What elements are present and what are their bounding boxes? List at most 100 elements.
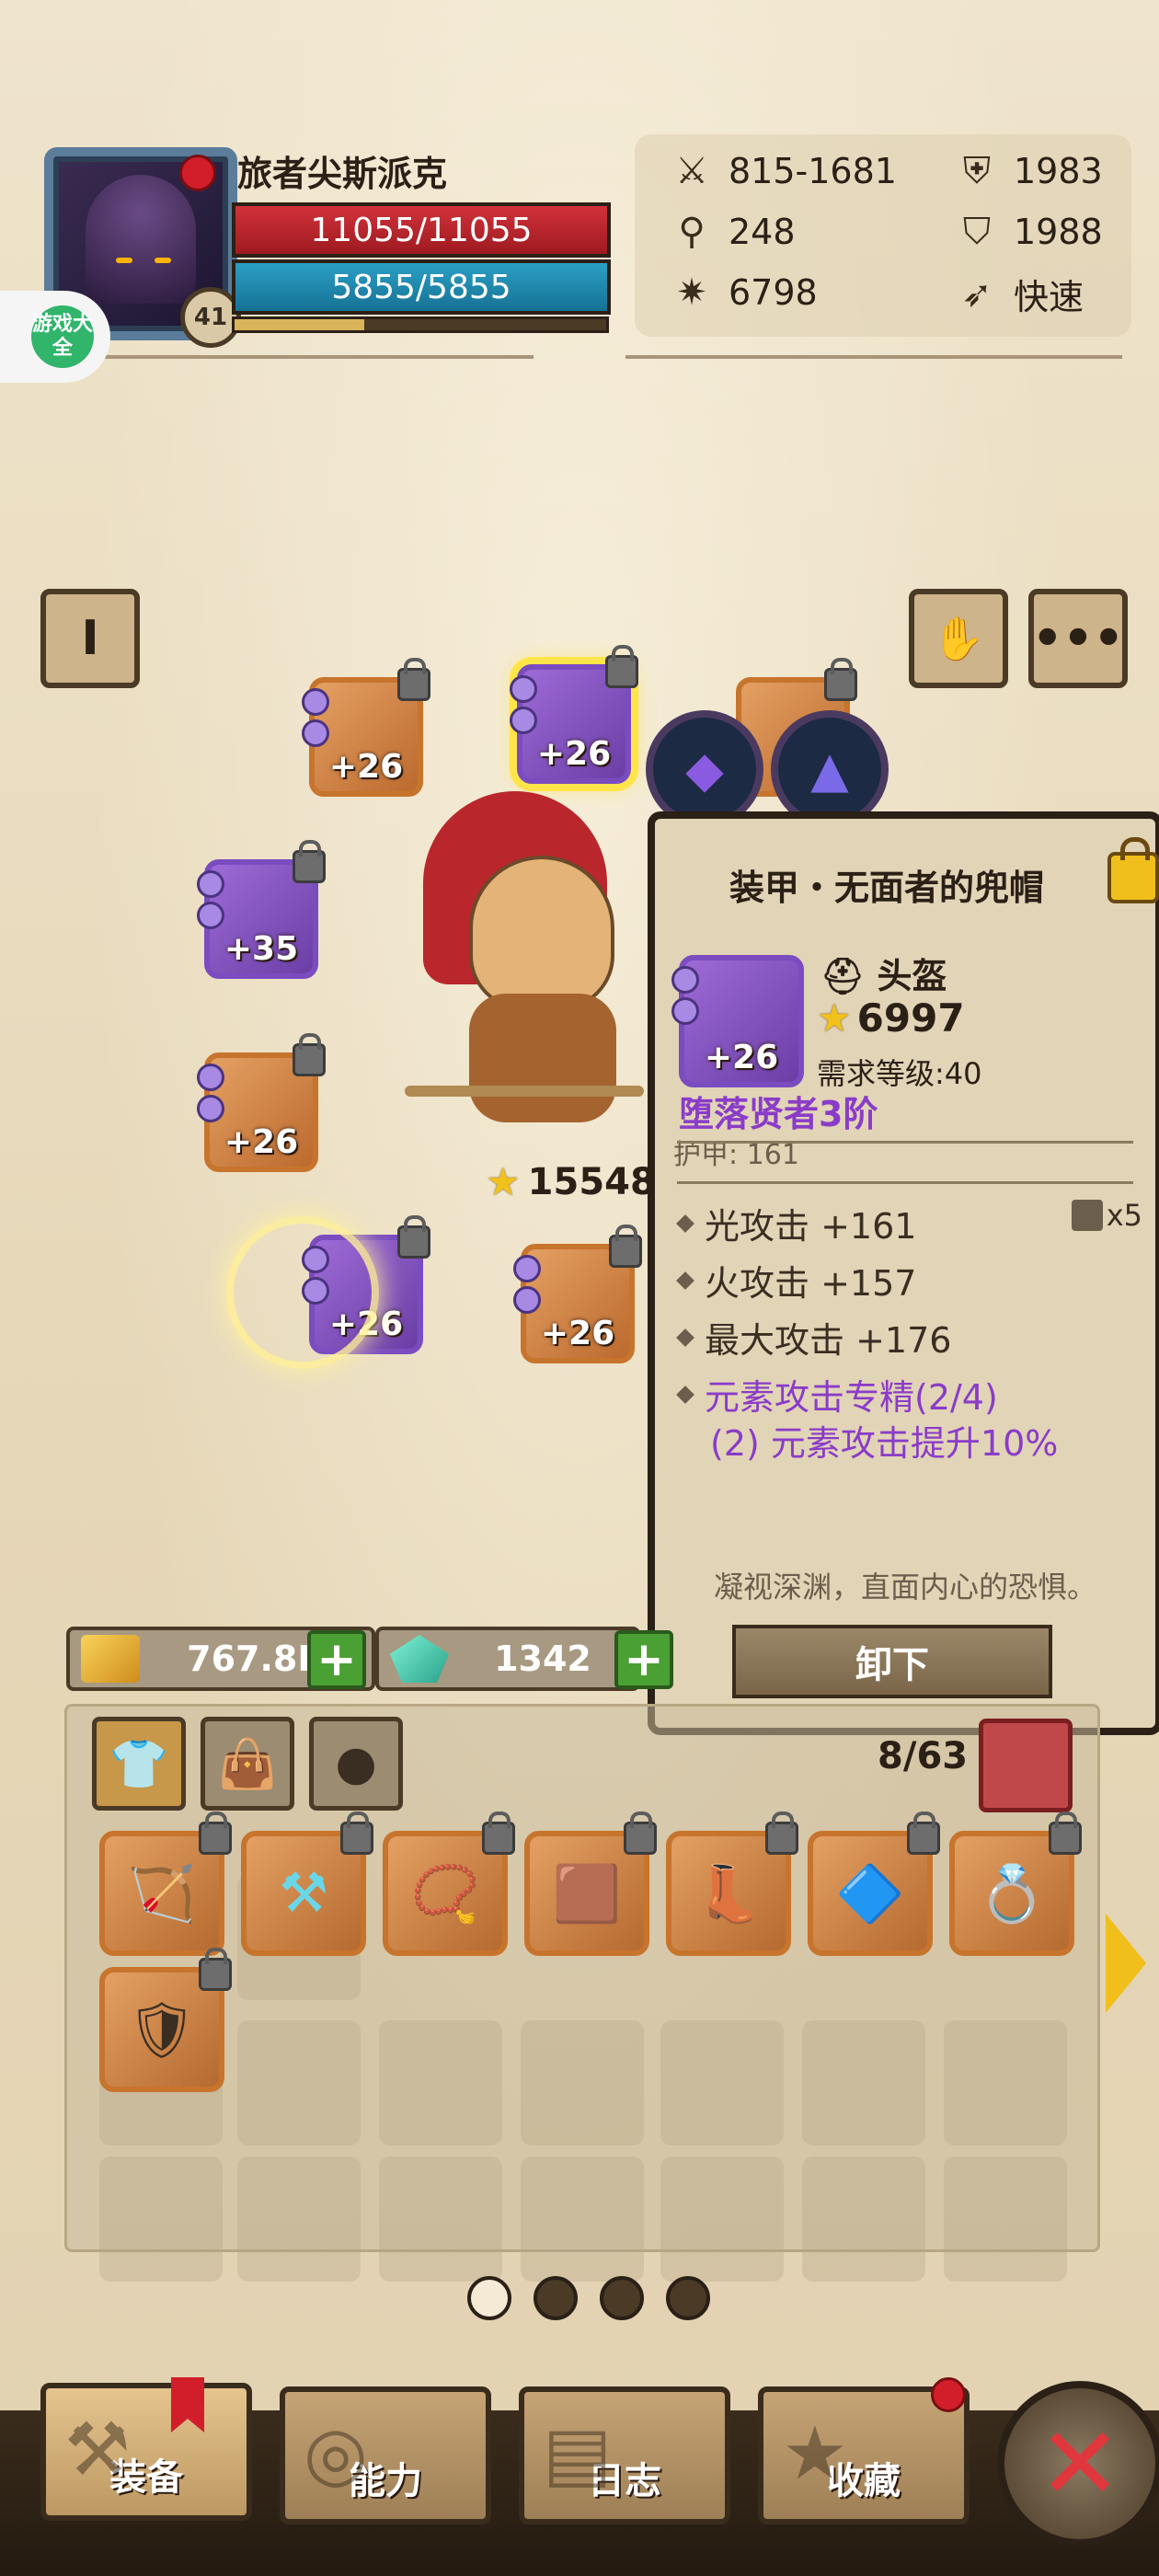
slot-helmet[interactable]: +26 [510, 645, 638, 784]
gem-sockets [510, 675, 537, 738]
close-button[interactable]: ✕ [997, 2381, 1159, 2547]
crossbow-icon: 🏹 [127, 1861, 197, 1926]
bag-tab-icon[interactable]: 👜 [201, 1717, 294, 1811]
armor-tab-icon[interactable]: 👕 [92, 1717, 186, 1811]
star-icon: ★ [486, 1159, 521, 1204]
recycle-button[interactable] [979, 1719, 1073, 1812]
hero-face [469, 856, 614, 1010]
star-icon: ★ [817, 995, 852, 1041]
more-options-button[interactable]: ••• [1028, 589, 1128, 688]
inventory-cell[interactable] [521, 2020, 644, 2145]
nav-equipment[interactable]: ⚒ 装备 [40, 2383, 252, 2521]
inventory-cell[interactable] [944, 2020, 1067, 2145]
slot-weapon[interactable]: +26 [302, 658, 430, 797]
inventory-item-blue-helm[interactable]: 🔷 [808, 1811, 940, 1956]
set-bonus-text: (2) 元素攻击提升10% [710, 1423, 1059, 1464]
gem-orb-prism[interactable]: ▲ [771, 710, 889, 828]
round-shield-icon: 🛡 [126, 1997, 198, 2063]
add-gold-button[interactable]: + [307, 1630, 366, 1689]
glowing-eyes [116, 258, 171, 267]
stat-defense-value: 1988 [1014, 212, 1103, 252]
armor-icon: ⛨ [963, 150, 991, 192]
gesture-button[interactable]: ✋ [909, 589, 1008, 688]
page-dot[interactable] [534, 2276, 578, 2320]
tooltip-cut-line: 护甲: 161 [673, 1139, 799, 1171]
stone-tab-icon[interactable]: ● [309, 1717, 403, 1811]
slot-helmet-plus: +26 [536, 735, 612, 773]
attr-max-attack: 最大攻击 +176 [676, 1312, 951, 1363]
stat-power-value: 6798 [729, 272, 818, 313]
page-dot[interactable] [600, 2276, 644, 2320]
inventory-cell[interactable] [379, 2156, 502, 2282]
inventory-cell[interactable] [521, 2156, 644, 2282]
gold-icon [81, 1635, 140, 1683]
tap-highlight-ring [226, 1216, 379, 1369]
helmet-icon: ⛑ [820, 956, 866, 996]
axe-icon: ⚒ [64, 2407, 131, 2492]
xp-bar [232, 316, 609, 333]
inventory-cell[interactable] [99, 2156, 223, 2282]
slot-gloves[interactable]: +26 [513, 1225, 642, 1363]
inventory-cell[interactable] [944, 2156, 1067, 2282]
lock-icon [824, 658, 857, 701]
lock-icon [1049, 1811, 1082, 1855]
hood-portrait [86, 175, 196, 304]
ring-icon: 💍 [977, 1861, 1047, 1926]
next-page-arrow-icon[interactable] [1106, 1914, 1146, 2013]
inventory-item-boots[interactable]: 👢 [666, 1811, 798, 1956]
inventory-cell[interactable] [379, 2020, 502, 2145]
inventory-item-amulet[interactable]: 📿 [383, 1811, 515, 1956]
lock-icon [293, 1033, 326, 1076]
nav-journal[interactable]: ▤ 日志 [519, 2386, 730, 2524]
inventory-cell[interactable] [802, 2156, 925, 2282]
stat-speed: ➶ 快速 [953, 269, 1084, 319]
info-button[interactable]: I [40, 589, 140, 688]
lock-icon [482, 1811, 515, 1855]
slot-shoulders[interactable]: +26 [197, 1033, 326, 1172]
tooltip-slot-type: ⛑ 头盔 [820, 948, 947, 998]
inventory-item-ring[interactable]: 💍 [949, 1811, 1082, 1956]
inventory-item-hammer[interactable]: ⚒ [241, 1811, 373, 1956]
inventory-count: 8/63 [878, 1735, 969, 1777]
crystal-display: 1342 [375, 1627, 640, 1691]
gem-sockets [302, 688, 329, 751]
inventory-cell[interactable] [660, 2020, 784, 2145]
add-crystal-button[interactable]: + [614, 1630, 673, 1689]
diamond-bullet [676, 1271, 694, 1290]
bracer-icon: 🟫 [552, 1861, 622, 1926]
star-icon: ★ [782, 2410, 848, 2496]
gem-orb-cube[interactable]: ◆ [646, 710, 763, 828]
hp-bar: 11055/11055 [232, 202, 611, 258]
tooltip-title: 装甲・无面者的兜帽 [729, 868, 1044, 908]
page-dot[interactable] [666, 2276, 710, 2320]
hero-character [405, 791, 653, 1141]
gem-sockets [671, 966, 699, 1029]
inventory-item-bracer[interactable]: 🟫 [524, 1811, 657, 1956]
attr-element-mastery-text: 元素攻击专精(2/4) [705, 1377, 998, 1418]
game-center-logo[interactable]: 游戏大全 [0, 291, 110, 383]
inventory-item-shield[interactable]: 🛡 [99, 1948, 232, 2092]
nav-ability[interactable]: ◎ 能力 [280, 2386, 491, 2524]
hero-spear [405, 1086, 644, 1097]
slot-cloak[interactable]: +35 [197, 840, 326, 979]
lock-icon [907, 1811, 940, 1855]
hero-body [469, 994, 616, 1122]
lock-icon[interactable] [1107, 837, 1159, 903]
crystal-value: 1342 [494, 1639, 591, 1679]
inventory-cell[interactable] [802, 2020, 925, 2145]
forge-count: x5 [1071, 1198, 1142, 1233]
lock-icon [624, 1811, 657, 1855]
prism-icon: ▲ [810, 740, 849, 799]
inventory-item-crossbow[interactable]: 🏹 [99, 1811, 232, 1956]
inventory-cell[interactable] [237, 2156, 361, 2282]
lock-icon [199, 1948, 232, 1991]
page-dot[interactable] [467, 2276, 511, 2320]
tooltip-item-icon: +26 [671, 955, 804, 1087]
stat-attack: ⚔ 815-1681 [668, 147, 897, 195]
xp-bar-fill [235, 319, 365, 330]
tooltip-set-name: 堕落贤者3阶 [679, 1094, 878, 1134]
stat-magic: ⚲ 248 [668, 208, 795, 256]
inventory-cell[interactable] [660, 2156, 784, 2282]
unequip-button[interactable]: 卸下 [732, 1625, 1052, 1698]
inventory-cell[interactable] [237, 2020, 361, 2145]
